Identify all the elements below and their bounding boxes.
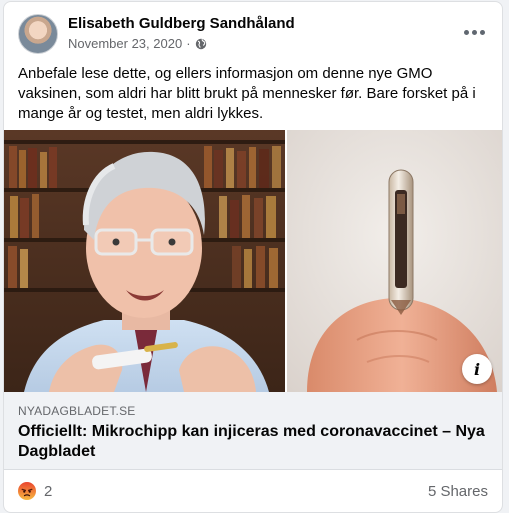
angry-reaction-icon — [18, 482, 36, 500]
globe-icon — [195, 38, 206, 49]
post-text: Anbefale lese dette, og ellers informasj… — [18, 65, 476, 122]
link-domain: NYADAGBLADET.SE — [18, 404, 136, 418]
speaker-photo — [4, 130, 285, 392]
microchip-photo-illustration — [287, 130, 502, 392]
more-options-icon — [463, 29, 469, 35]
post-date[interactable]: November 23, 2020 — [68, 36, 182, 51]
microchip-photo: i — [287, 130, 502, 392]
post-card: Elisabeth Guldberg Sandhåland November 2… — [3, 1, 503, 513]
more-options-icon — [471, 29, 477, 35]
author-name[interactable]: Elisabeth Guldberg Sandhåland — [68, 15, 295, 32]
author-avatar[interactable] — [18, 14, 58, 54]
more-options-button[interactable] — [460, 18, 488, 46]
link-preview-image[interactable]: i — [4, 130, 502, 392]
more-options-icon — [479, 29, 485, 35]
link-title[interactable]: Officiellt: Mikrochipp kan injiceras med… — [18, 422, 488, 462]
post-footer: 2 5 Shares — [4, 470, 502, 512]
post-meta: November 23, 2020 · — [68, 36, 207, 51]
link-preview[interactable]: NYADAGBLADET.SE Officiellt: Mikrochipp k… — [4, 392, 502, 470]
meta-separator: · — [186, 36, 191, 51]
info-button[interactable]: i — [462, 354, 492, 384]
reaction-count: 2 — [44, 482, 53, 500]
shares-count[interactable]: 5 Shares — [428, 483, 488, 500]
post-header: Elisabeth Guldberg Sandhåland November 2… — [4, 2, 502, 62]
reactions-summary[interactable]: 2 — [18, 482, 52, 500]
speaker-photo-illustration — [4, 130, 285, 392]
